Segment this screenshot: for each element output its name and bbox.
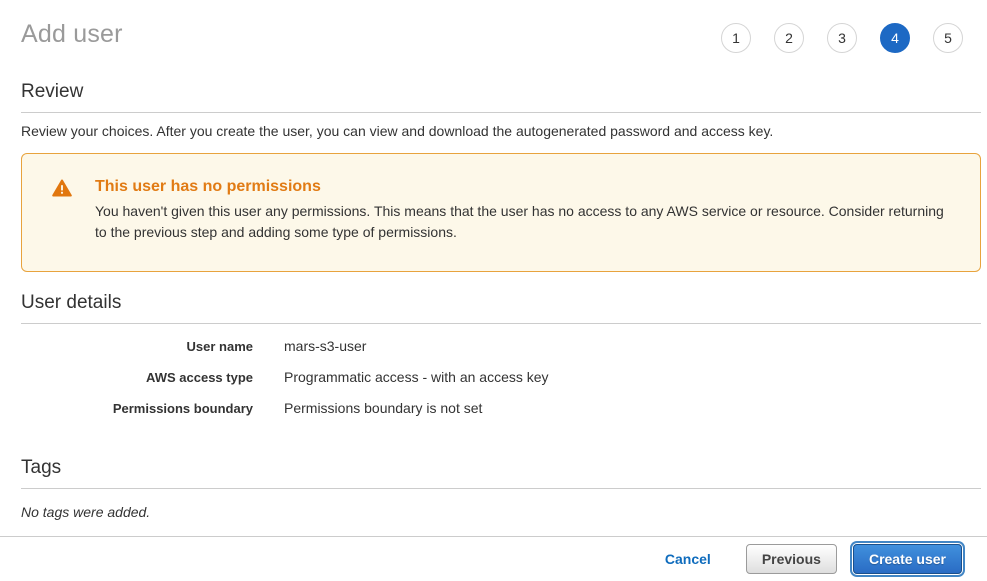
- review-description: Review your choices. After you create th…: [21, 123, 981, 139]
- step-indicator: 1 2 3 4 5: [721, 23, 963, 53]
- main-content: Review Review your choices. After you cr…: [21, 81, 981, 520]
- warning-text-block: This user has no permissions You haven't…: [95, 178, 944, 243]
- user-name-label: User name: [21, 338, 253, 355]
- previous-button[interactable]: Previous: [746, 544, 837, 574]
- step-2: 2: [774, 23, 804, 53]
- warning-triangle-icon: [52, 179, 72, 202]
- page-header: Add user 1 2 3 4 5: [0, 0, 987, 53]
- review-heading: Review: [21, 81, 981, 113]
- tags-heading: Tags: [21, 457, 981, 489]
- warning-body: You haven't given this user any permissi…: [95, 201, 944, 243]
- user-name-value: mars-s3-user: [284, 338, 366, 355]
- cancel-link[interactable]: Cancel: [665, 551, 711, 567]
- step-3: 3: [827, 23, 857, 53]
- user-details-heading: User details: [21, 292, 981, 324]
- step-1: 1: [721, 23, 751, 53]
- no-permissions-warning-box: This user has no permissions You haven't…: [21, 153, 981, 272]
- warning-title: This user has no permissions: [95, 178, 944, 196]
- page-title: Add user: [21, 20, 123, 49]
- detail-row-user-name: User name mars-s3-user: [21, 338, 981, 355]
- permissions-boundary-label: Permissions boundary: [21, 400, 253, 417]
- add-user-wizard-page: Add user 1 2 3 4 5 Review Review your ch…: [0, 0, 987, 581]
- permissions-boundary-value: Permissions boundary is not set: [284, 400, 482, 417]
- no-tags-text: No tags were added.: [21, 504, 981, 520]
- create-user-button[interactable]: Create user: [853, 544, 962, 574]
- detail-row-permissions-boundary: Permissions boundary Permissions boundar…: [21, 400, 981, 417]
- access-type-label: AWS access type: [21, 369, 253, 386]
- step-4-active: 4: [880, 23, 910, 53]
- access-type-value: Programmatic access - with an access key: [284, 369, 549, 386]
- step-5: 5: [933, 23, 963, 53]
- wizard-footer: Cancel Previous Create user: [0, 536, 987, 581]
- detail-row-access-type: AWS access type Programmatic access - wi…: [21, 369, 981, 386]
